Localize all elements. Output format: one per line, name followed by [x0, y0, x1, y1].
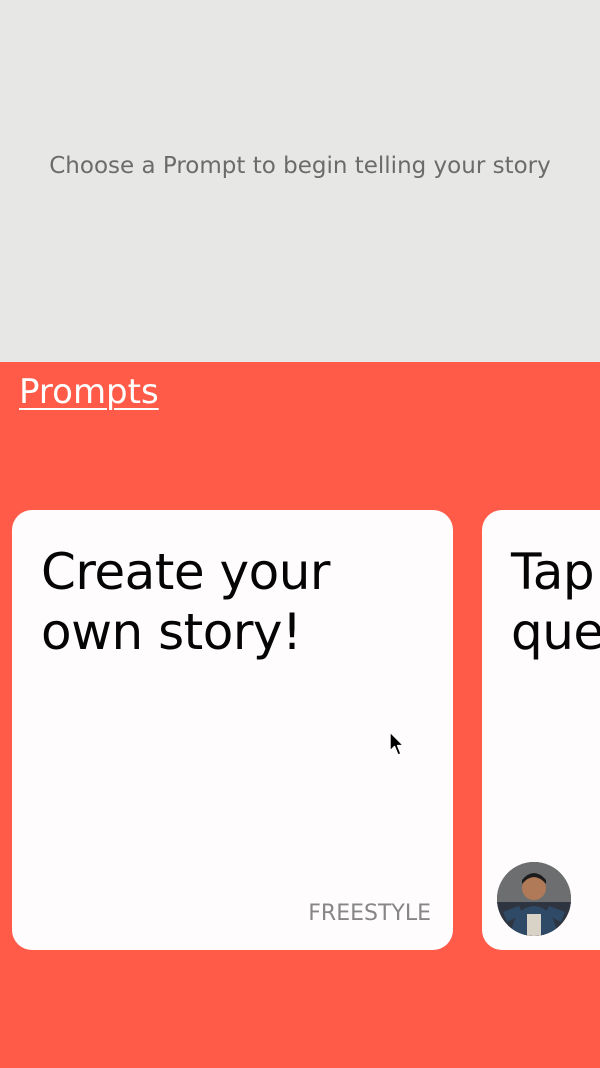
- prompt-card[interactable]: Create your own story! FREESTYLE: [12, 510, 453, 950]
- story-area: Choose a Prompt to begin telling your st…: [0, 0, 600, 362]
- avatar-photo: [497, 862, 571, 936]
- avatar: [497, 862, 571, 936]
- prompts-heading-link[interactable]: Prompts: [19, 372, 159, 412]
- mouse-pointer-icon: [389, 731, 405, 756]
- prompt-card-title: Create your own story!: [41, 543, 330, 661]
- prompt-card-title: Tap a question: [511, 543, 600, 661]
- choose-prompt-hint: Choose a Prompt to begin telling your st…: [49, 153, 551, 179]
- prompt-carousel[interactable]: Create your own story! FREESTYLE Tap a q…: [0, 510, 600, 952]
- prompt-card-tag: FREESTYLE: [308, 901, 431, 926]
- prompt-card[interactable]: Tap a question: [482, 510, 600, 950]
- prompts-panel: Prompts Create your own story! FREESTYLE…: [0, 362, 600, 1068]
